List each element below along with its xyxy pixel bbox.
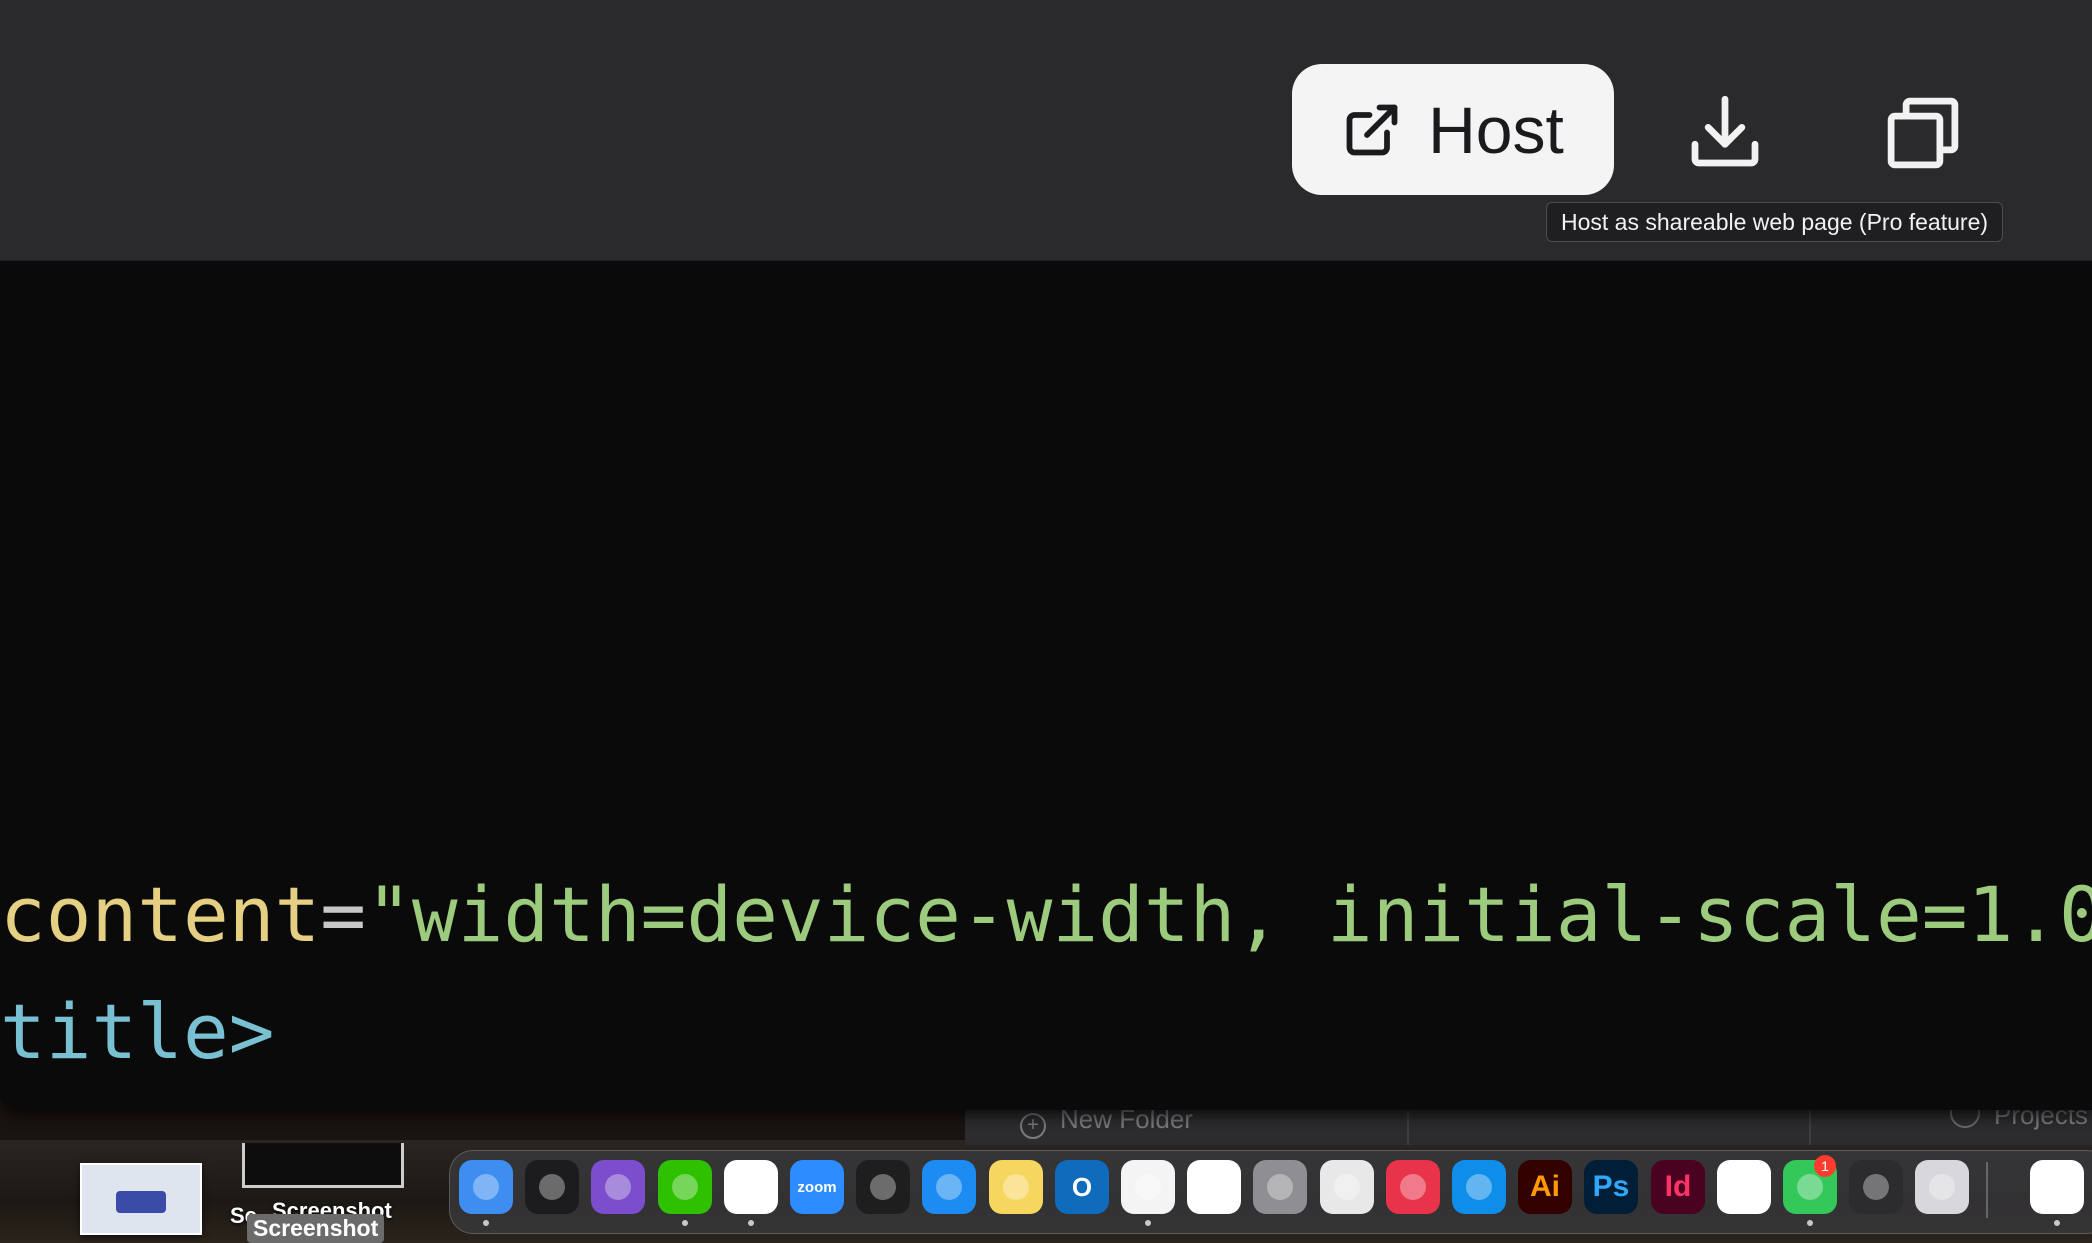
zoom-icon[interactable]: zoom <box>790 1160 844 1214</box>
dock-running-indicator <box>748 1220 754 1226</box>
app-store-glyph <box>936 1174 962 1200</box>
notes-icon[interactable] <box>1121 1160 1175 1214</box>
finder-glyph <box>473 1174 499 1200</box>
teamviewer-icon[interactable] <box>1452 1160 1506 1214</box>
code-string-token: "width=device-width, initial-scale=1.0" <box>366 870 2092 959</box>
host-tooltip: Host as shareable web page (Pro feature) <box>1546 202 2004 242</box>
code-editor[interactable]: content="width=device-width, initial-sca… <box>0 261 2092 1110</box>
illustrator-icon[interactable]: Ai <box>1518 1160 1572 1214</box>
creative-cloud-icon[interactable] <box>1386 1160 1440 1214</box>
messages-badge: 1 <box>1814 1155 1836 1177</box>
copy-icon <box>1878 88 1968 178</box>
code-line-meta: content="width=device-width, initial-sca… <box>0 870 2092 960</box>
teamviewer-glyph <box>1466 1174 1492 1200</box>
github-icon[interactable] <box>591 1160 645 1214</box>
indesign-icon[interactable]: Id <box>1651 1160 1705 1214</box>
vectorize-icon[interactable] <box>1849 1160 1903 1214</box>
figma-glyph <box>870 1174 896 1200</box>
indesign-label: Id <box>1664 1170 1692 1203</box>
desktop-file-thumbnail[interactable] <box>80 1163 202 1235</box>
simulator-icon[interactable] <box>1915 1160 1969 1214</box>
github-glyph <box>605 1174 631 1200</box>
dock-running-indicator <box>483 1220 489 1226</box>
creative-cloud-glyph <box>1400 1174 1426 1200</box>
freeform-glyph <box>1201 1174 1227 1200</box>
zoom-label: zoom <box>797 1178 837 1196</box>
code-line-title: title> <box>0 987 275 1077</box>
desktop-file-thumbnail-2[interactable] <box>242 1143 404 1188</box>
download-icon <box>1680 88 1770 178</box>
dock-running-indicator <box>682 1220 688 1226</box>
download-button[interactable] <box>1680 88 1770 178</box>
app-box-glyph <box>539 1174 565 1200</box>
wechat-glyph <box>672 1174 698 1200</box>
outlook-icon[interactable]: O <box>1055 1160 1109 1214</box>
messenger-icon[interactable] <box>2030 1160 2084 1214</box>
figma-icon[interactable] <box>856 1160 910 1214</box>
dock-running-indicator <box>1807 1220 1813 1226</box>
outlook-label: O <box>1071 1171 1093 1202</box>
chrome-glyph <box>738 1174 764 1200</box>
slack-glyph <box>1731 1174 1757 1200</box>
system-settings-glyph <box>1267 1174 1293 1200</box>
plus-circle-icon: + <box>1020 1113 1046 1139</box>
window-toolbar: Host Host as shareable web page (Pro fea… <box>0 0 2092 261</box>
slack-icon[interactable] <box>1717 1160 1771 1214</box>
external-link-icon <box>1342 100 1402 160</box>
host-button-label: Host <box>1428 92 1564 167</box>
simulator-glyph <box>1929 1174 1955 1200</box>
script-editor-icon[interactable] <box>1320 1160 1374 1214</box>
stickies-glyph <box>1003 1174 1029 1200</box>
system-settings-icon[interactable] <box>1253 1160 1307 1214</box>
thumbnail-preview <box>116 1191 166 1213</box>
app-box-icon[interactable] <box>525 1160 579 1214</box>
chrome-icon[interactable] <box>724 1160 778 1214</box>
dock-running-indicator <box>2054 1220 2060 1226</box>
app-window: Host Host as shareable web page (Pro fea… <box>0 0 2092 1110</box>
code-eq-token: = <box>320 870 367 959</box>
dock-running-indicator <box>1145 1220 1151 1226</box>
stickies-icon[interactable] <box>989 1160 1043 1214</box>
photoshop-icon[interactable]: Ps <box>1584 1160 1638 1214</box>
finder-icon[interactable] <box>459 1160 513 1214</box>
photoshop-label: Ps <box>1592 1170 1630 1203</box>
dock-divider <box>1986 1162 1988 1218</box>
messages-glyph <box>1797 1174 1823 1200</box>
freeform-icon[interactable] <box>1187 1160 1241 1214</box>
copy-button[interactable] <box>1878 88 1968 178</box>
notes-glyph <box>1135 1174 1161 1200</box>
app-store-icon[interactable] <box>922 1160 976 1214</box>
vectorize-glyph <box>1863 1174 1889 1200</box>
desktop-file-label-selected[interactable]: Screenshot <box>247 1214 385 1243</box>
messenger-glyph <box>2044 1174 2070 1200</box>
script-editor-glyph <box>1334 1174 1360 1200</box>
code-tag-token: title> <box>0 987 275 1076</box>
code-attr-token: content <box>0 870 321 959</box>
wechat-icon[interactable] <box>658 1160 712 1214</box>
host-button[interactable]: Host <box>1292 64 1614 195</box>
illustrator-label: Ai <box>1530 1170 1560 1203</box>
